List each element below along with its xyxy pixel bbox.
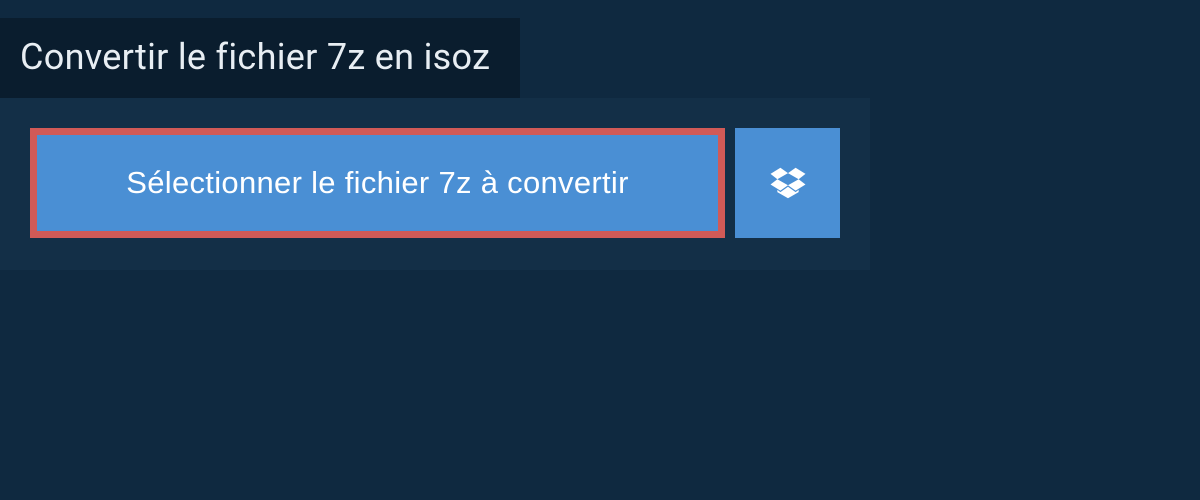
upload-panel: Sélectionner le fichier 7z à convertir — [0, 98, 870, 270]
title-bar: Convertir le fichier 7z en isoz — [0, 18, 520, 98]
page-container: Convertir le fichier 7z en isoz Sélectio… — [0, 0, 1200, 270]
select-file-button[interactable]: Sélectionner le fichier 7z à convertir — [30, 128, 725, 238]
page-title: Convertir le fichier 7z en isoz — [20, 36, 490, 78]
dropbox-icon — [769, 164, 807, 202]
dropbox-button[interactable] — [735, 128, 840, 238]
